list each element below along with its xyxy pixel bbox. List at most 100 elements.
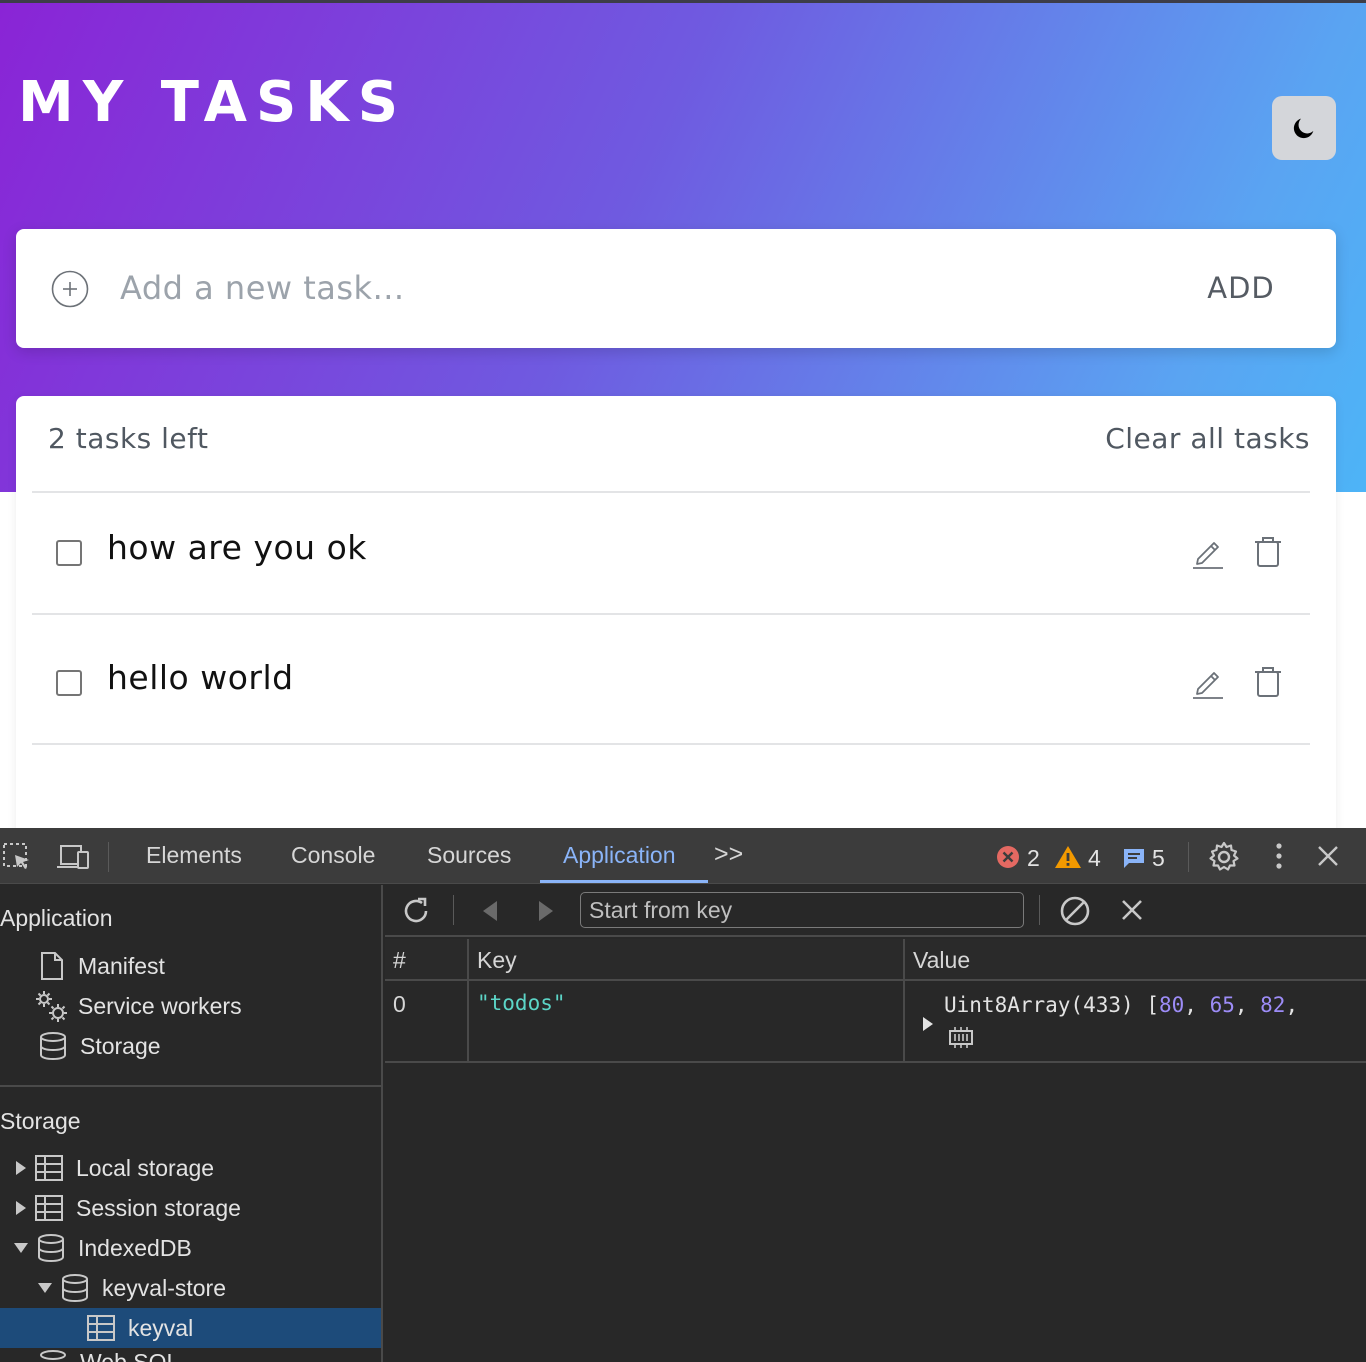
task-text: hello world xyxy=(107,658,294,697)
document-icon xyxy=(41,952,63,980)
task-item: how are you ok xyxy=(32,494,1310,614)
sidebar-item-service-workers[interactable]: Service workers xyxy=(34,987,242,1025)
error-count: 2 xyxy=(1027,845,1040,871)
more-tabs-button[interactable]: >> xyxy=(714,840,743,869)
sidebar-item-web-sql[interactable]: Web SQL xyxy=(38,1349,179,1362)
column-header-index[interactable]: # xyxy=(393,947,406,974)
trash-icon[interactable] xyxy=(1250,664,1286,700)
sidebar-item-label: keyval-store xyxy=(102,1274,226,1301)
theme-toggle-button[interactable] xyxy=(1272,96,1336,160)
column-header-key[interactable]: Key xyxy=(477,947,517,974)
edit-icon[interactable] xyxy=(1190,664,1226,700)
expand-value-icon[interactable] xyxy=(923,1017,933,1031)
value-number: 80 xyxy=(1158,993,1185,1017)
next-page-icon[interactable] xyxy=(535,899,557,923)
value-number: 65 xyxy=(1209,993,1235,1017)
sidebar-item-indexeddb[interactable]: IndexedDB xyxy=(14,1229,192,1267)
list-divider xyxy=(32,491,1310,493)
add-task-button[interactable]: ADD xyxy=(1186,265,1296,311)
table-icon xyxy=(35,1195,63,1221)
inspect-element-icon[interactable] xyxy=(2,842,32,872)
data-grid-header: # Key Value xyxy=(385,939,1366,981)
expand-arrow-icon[interactable] xyxy=(16,1201,26,1215)
table-row[interactable]: 0 "todos" Uint8Array(433) [80, 65, 82, xyxy=(385,981,1366,1063)
tab-elements[interactable]: Elements xyxy=(146,842,242,869)
sidebar-item-local-storage[interactable]: Local storage xyxy=(16,1149,214,1187)
tab-application[interactable]: Application xyxy=(563,842,676,869)
database-icon xyxy=(38,1234,64,1263)
clear-object-store-icon[interactable] xyxy=(1059,895,1091,927)
add-circle-icon xyxy=(51,270,89,308)
tasks-left-count: 2 tasks left xyxy=(48,422,209,455)
more-options-icon[interactable] xyxy=(1268,841,1290,871)
clear-all-tasks-button[interactable]: Clear all tasks xyxy=(1105,422,1310,455)
memory-inspector-icon[interactable] xyxy=(947,1025,975,1049)
sidebar-item-label: Service workers xyxy=(78,992,242,1019)
sidebar-item-label: Manifest xyxy=(78,952,165,979)
data-view-toolbar xyxy=(385,885,1366,937)
device-toolbar-icon[interactable] xyxy=(56,842,90,872)
sidebar-separator xyxy=(0,1085,383,1087)
settings-gear-icon[interactable] xyxy=(1208,841,1240,873)
value-number: 82 xyxy=(1260,993,1286,1017)
close-icon[interactable] xyxy=(1316,844,1340,868)
database-icon xyxy=(40,1032,66,1061)
sidebar-item-label: Web SQL xyxy=(80,1349,180,1362)
new-task-input[interactable] xyxy=(120,263,1160,313)
sidebar-item-manifest[interactable]: Manifest xyxy=(38,947,165,985)
list-divider xyxy=(32,743,1310,745)
database-icon xyxy=(40,1350,66,1360)
row-index: 0 xyxy=(393,991,406,1017)
indexeddb-data-view: # Key Value 0 "todos" Uint8Array(433) [8… xyxy=(385,885,1366,1362)
column-header-value[interactable]: Value xyxy=(913,947,970,974)
task-list: 2 tasks left Clear all tasks how are you… xyxy=(16,396,1336,876)
row-key: "todos" xyxy=(477,991,566,1015)
toolbar-separator xyxy=(1039,895,1040,925)
application-sidebar: Application Manifest Service workers Sto… xyxy=(0,885,383,1362)
devtools-tab-bar: Elements Console Sources Application >> … xyxy=(0,828,1366,884)
task-item: hello world xyxy=(32,616,1310,736)
row-value: Uint8Array(433) [80, 65, 82, xyxy=(944,993,1299,1017)
tab-console[interactable]: Console xyxy=(291,842,375,869)
sidebar-item-storage[interactable]: Storage xyxy=(38,1027,161,1065)
value-type: Uint8Array(433) xyxy=(944,993,1134,1017)
error-icon[interactable] xyxy=(996,845,1020,869)
refresh-icon[interactable] xyxy=(401,896,431,926)
collapse-arrow-icon[interactable] xyxy=(14,1243,28,1253)
message-icon[interactable] xyxy=(1122,847,1146,869)
moon-icon xyxy=(1293,118,1314,139)
list-divider xyxy=(32,613,1310,615)
sidebar-item-keyval-store[interactable]: keyval-store xyxy=(38,1269,226,1307)
database-icon xyxy=(62,1274,88,1303)
sidebar-item-session-storage[interactable]: Session storage xyxy=(16,1189,241,1227)
sidebar-item-label: Session storage xyxy=(76,1194,241,1221)
previous-page-icon[interactable] xyxy=(479,899,501,923)
add-task-form: ADD xyxy=(16,229,1336,348)
trash-icon[interactable] xyxy=(1250,534,1286,570)
message-count: 5 xyxy=(1152,845,1165,871)
table-icon xyxy=(35,1155,63,1181)
sidebar-item-label: keyval xyxy=(128,1314,194,1341)
sidebar-item-keyval[interactable]: keyval xyxy=(86,1309,193,1347)
toolbar-separator xyxy=(1188,842,1189,872)
task-text: how are you ok xyxy=(107,528,367,567)
tab-sources[interactable]: Sources xyxy=(427,842,511,869)
value-bracket: [ xyxy=(1146,993,1159,1017)
start-from-key-input[interactable] xyxy=(580,892,1024,928)
sidebar-heading-application: Application xyxy=(0,905,113,931)
collapse-arrow-icon[interactable] xyxy=(38,1283,52,1293)
table-icon xyxy=(87,1315,115,1341)
page-title: MY TASKS xyxy=(18,70,408,135)
task-checkbox[interactable] xyxy=(56,670,82,696)
warning-icon[interactable] xyxy=(1054,844,1082,870)
sidebar-heading-storage: Storage xyxy=(0,1108,81,1134)
task-checkbox[interactable] xyxy=(56,540,82,566)
sidebar-item-label: IndexedDB xyxy=(78,1234,192,1261)
delete-selected-icon[interactable] xyxy=(1121,899,1143,921)
expand-arrow-icon[interactable] xyxy=(16,1161,26,1175)
sidebar-item-label: Local storage xyxy=(76,1154,215,1181)
sidebar-item-label: Storage xyxy=(80,1032,161,1059)
gears-icon xyxy=(36,991,67,1022)
edit-icon[interactable] xyxy=(1190,534,1226,570)
active-tab-indicator xyxy=(540,880,708,883)
